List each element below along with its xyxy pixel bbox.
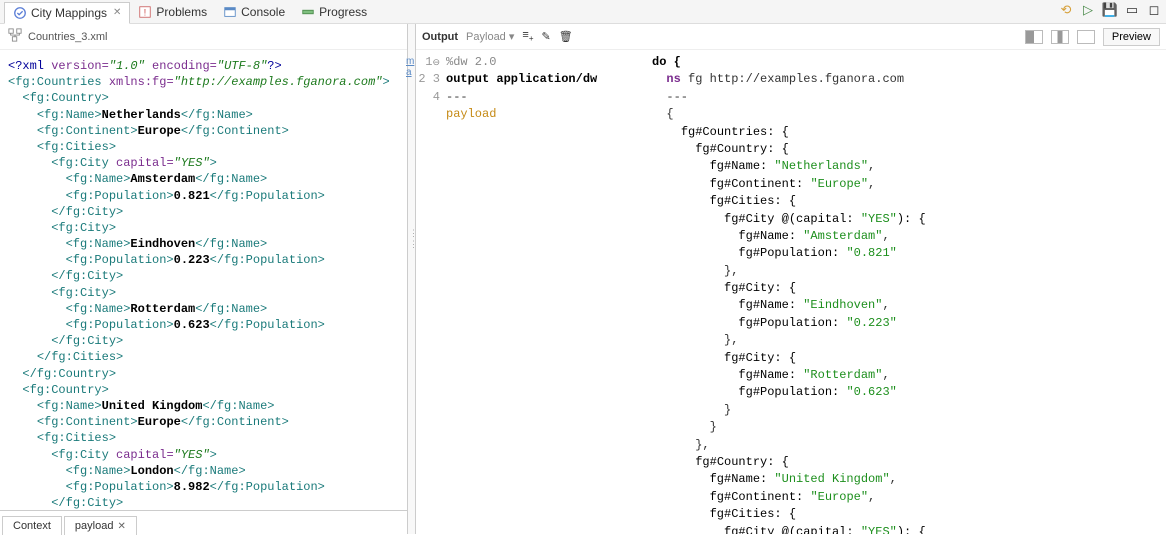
- tab-label: Progress: [319, 5, 367, 19]
- xml-source[interactable]: <?xml version="1.0" encoding="UTF-8"?> <…: [0, 50, 407, 510]
- view-toggle-3[interactable]: [1077, 30, 1095, 44]
- refresh-icon[interactable]: ⟲: [1058, 2, 1074, 18]
- edit-icon[interactable]: ✎: [541, 30, 550, 43]
- tab-console[interactable]: Console: [215, 1, 293, 23]
- tab-payload[interactable]: payload✕: [64, 516, 137, 535]
- output-toolbar: Output Payload ▾ ≡+ ✎ 🗑 Preview: [416, 24, 1166, 50]
- close-icon[interactable]: ✕: [113, 7, 121, 18]
- tab-progress[interactable]: Progress: [293, 1, 375, 23]
- fold-indicator: ma: [406, 56, 414, 78]
- file-bar: Countries_3.xml: [0, 24, 407, 50]
- mapping-icon: [13, 6, 27, 20]
- editor-tabs: City Mappings ✕ ! Problems Console Progr…: [0, 0, 1166, 24]
- line-gutter: 1⊖ 2 3 4: [416, 50, 446, 534]
- tab-problems[interactable]: ! Problems: [130, 1, 215, 23]
- bottom-tabs: Context payload✕: [0, 510, 407, 534]
- view-toggle-2[interactable]: [1051, 30, 1069, 44]
- view-toggle-1[interactable]: [1025, 30, 1043, 44]
- schema-icon: [8, 28, 22, 45]
- maximize-icon[interactable]: ◻: [1146, 2, 1162, 18]
- splitter[interactable]: ⋮⋮ ma: [408, 24, 416, 534]
- left-pane: Countries_3.xml <?xml version="1.0" enco…: [0, 24, 408, 534]
- right-pane: Output Payload ▾ ≡+ ✎ 🗑 Preview 1⊖ 2 3 4…: [416, 24, 1166, 534]
- tab-context[interactable]: Context: [2, 516, 62, 535]
- output-label: Output: [422, 31, 458, 43]
- close-icon[interactable]: ✕: [117, 521, 125, 532]
- file-name: Countries_3.xml: [28, 31, 107, 43]
- tab-label: Problems: [156, 5, 207, 19]
- dataweave-source[interactable]: %dw 2.0 output application/dw --- payloa…: [446, 50, 646, 534]
- preview-button[interactable]: Preview: [1103, 28, 1160, 46]
- delete-icon[interactable]: 🗑: [559, 30, 573, 43]
- progress-icon: [301, 5, 315, 19]
- save-icon[interactable]: 💾: [1102, 2, 1118, 18]
- tab-label: City Mappings: [31, 6, 107, 20]
- output-preview[interactable]: do { ns fg http://examples.fganora.com -…: [646, 50, 1166, 534]
- problems-icon: !: [138, 5, 152, 19]
- grip-icon: ⋮⋮: [409, 228, 418, 250]
- add-icon[interactable]: ≡+: [522, 29, 533, 43]
- run-icon[interactable]: ▷: [1080, 2, 1096, 18]
- svg-text:!: !: [144, 7, 146, 17]
- console-icon: [223, 5, 237, 19]
- payload-dropdown[interactable]: Payload ▾: [466, 30, 514, 43]
- tab-label: Console: [241, 5, 285, 19]
- tab-city-mappings[interactable]: City Mappings ✕: [4, 2, 130, 24]
- minimize-icon[interactable]: ▭: [1124, 2, 1140, 18]
- top-toolbar: ⟲ ▷ 💾 ▭ ◻: [1058, 2, 1162, 18]
